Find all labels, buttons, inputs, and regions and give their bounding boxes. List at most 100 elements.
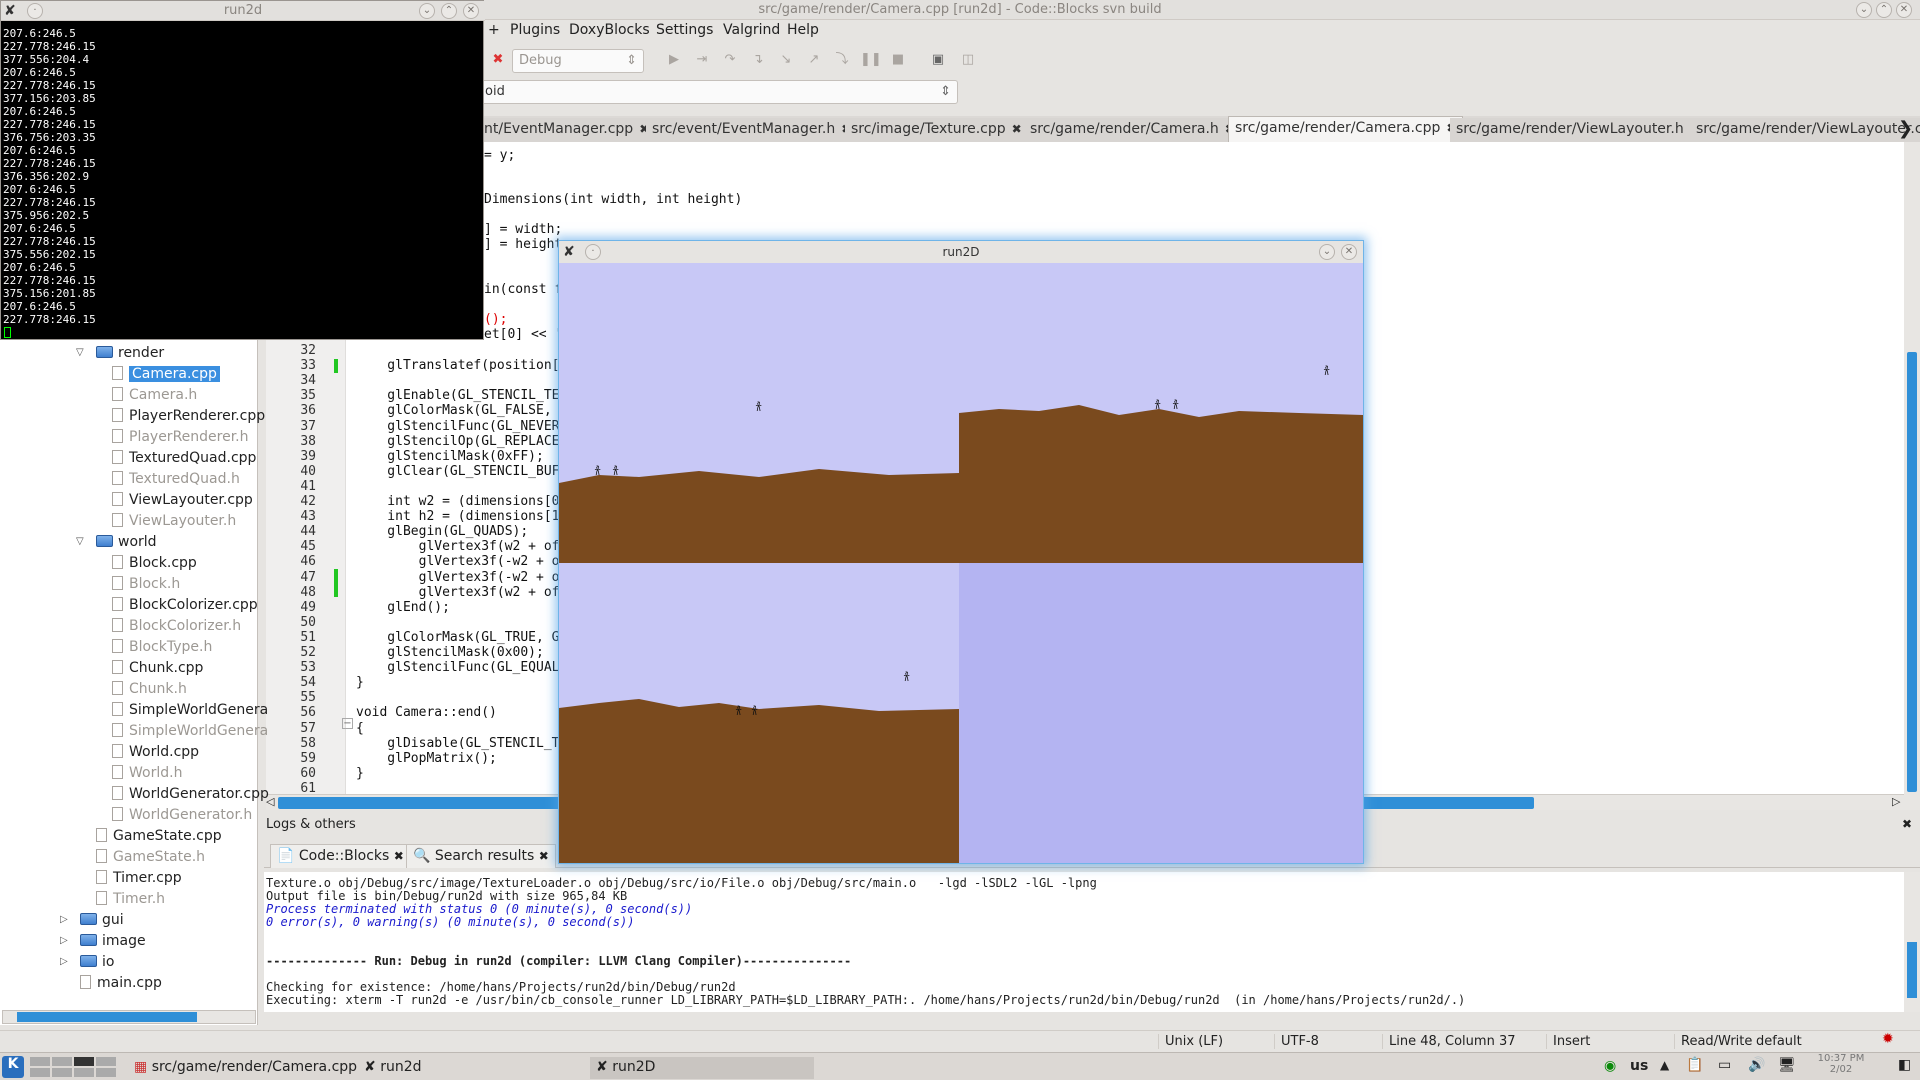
tree-file[interactable]: World.h xyxy=(112,765,182,781)
game-viewport[interactable]: 𐀪 𐀪 𐀪 𐀪 𐀪 𐀪 𐀪 𐀪 𐀪 xyxy=(559,263,1363,863)
vscroll-thumb[interactable] xyxy=(1907,352,1917,792)
tree-file[interactable]: SimpleWorldGenera xyxy=(112,702,268,718)
pin-icon[interactable]: · xyxy=(27,3,43,19)
pager-desktop[interactable] xyxy=(52,1068,72,1077)
tab-viewlayouter-h[interactable]: src/game/render/ViewLayouter.h✖ xyxy=(1450,118,1707,142)
collapse-arrow-icon[interactable]: ▽ xyxy=(76,536,84,547)
editor-vscrollbar[interactable] xyxy=(1904,142,1920,810)
log-vscrollbar[interactable] xyxy=(1904,872,1920,1012)
tab-search-results[interactable]: 🔍 Search results ✖ xyxy=(406,844,556,868)
tree-file[interactable]: GameState.cpp xyxy=(96,828,222,844)
pager-desktop[interactable] xyxy=(74,1057,94,1066)
tree-folder[interactable]: render ▽ xyxy=(76,345,164,361)
tree-hscrollbar[interactable] xyxy=(2,1010,256,1024)
kde-menu-icon[interactable]: K xyxy=(2,1056,24,1078)
tree-file[interactable]: SimpleWorldGenera xyxy=(112,723,268,739)
expand-arrow-icon[interactable]: ▷ xyxy=(60,956,68,967)
game-window[interactable]: ✘ · run2D ⌄ ✕ 𐀪 𐀪 𐀪 𐀪 𐀪 𐀪 𐀪 𐀪 𐀪 xyxy=(558,240,1364,864)
tab-scroll-right-icon[interactable]: ❯ xyxy=(1898,118,1913,139)
task-codeblocks[interactable]: ▦ src/game/render/Camera.cpp xyxy=(128,1057,357,1079)
tree-folder[interactable]: io ▷ xyxy=(60,954,114,970)
build-target-select[interactable]: Debug ⇕ xyxy=(512,49,644,73)
code-scope-select[interactable]: oid ⇕ xyxy=(478,80,958,104)
close-icon[interactable]: ✕ xyxy=(1341,244,1357,260)
tab-eventmanager-h[interactable]: src/event/EventManager.h✖ xyxy=(646,118,859,142)
menu-item-help[interactable]: Help xyxy=(787,22,819,38)
log-vscroll-thumb[interactable] xyxy=(1907,942,1917,998)
tree-file[interactable]: Block.cpp xyxy=(112,555,197,571)
tree-file[interactable]: World.cpp xyxy=(112,744,199,760)
tree-folder[interactable]: image ▷ xyxy=(60,933,146,949)
monitor-icon[interactable]: 🖥 xyxy=(1778,1057,1796,1073)
terminal-titlebar[interactable]: ✘ · run2d ⌄ ⌃ ✕ xyxy=(1,1,485,21)
minimize-icon[interactable]: ⌄ xyxy=(419,3,435,19)
tree-file[interactable]: ViewLayouter.cpp xyxy=(112,492,253,508)
tree-file[interactable]: PlayerRenderer.h xyxy=(112,429,249,445)
task-run2d-terminal[interactable]: ✘ run2d xyxy=(358,1057,578,1079)
expand-arrow-icon[interactable]: ▷ xyxy=(60,935,68,946)
network-icon[interactable]: ◉ xyxy=(1604,1058,1616,1074)
game-titlebar[interactable]: ✘ · run2D ⌄ ✕ xyxy=(559,241,1363,263)
pager-desktop[interactable] xyxy=(30,1068,50,1077)
tree-file[interactable]: Timer.cpp xyxy=(96,870,182,886)
stop-icon[interactable]: ■ xyxy=(888,50,908,70)
step-out-icon[interactable]: ↗ xyxy=(804,50,824,70)
close-icon[interactable]: ✖ xyxy=(394,849,404,863)
collapse-arrow-icon[interactable]: ▽ xyxy=(76,347,84,358)
debug-windows-icon[interactable]: ▣ xyxy=(928,50,948,70)
tree-file[interactable]: Camera.cpp xyxy=(112,366,220,382)
tab-camera-cpp[interactable]: src/game/render/Camera.cpp✖ xyxy=(1228,116,1464,143)
tree-file[interactable]: GameState.h xyxy=(96,849,205,865)
run-to-cursor-icon[interactable]: ⇥ xyxy=(692,50,712,70)
menu-item-valgrind[interactable]: Valgrind xyxy=(723,22,780,38)
tree-file[interactable]: TexturedQuad.h xyxy=(112,471,240,487)
clipboard-icon[interactable]: 📋 xyxy=(1686,1057,1703,1073)
close-icon[interactable]: ✕ xyxy=(463,3,479,19)
debug-start-icon[interactable]: ▶ xyxy=(664,50,684,70)
pager-desktop[interactable] xyxy=(96,1068,116,1077)
pin-icon[interactable]: · xyxy=(585,244,601,260)
expand-arrow-icon[interactable]: ▷ xyxy=(60,914,68,925)
tray-expand-icon[interactable]: ▲ xyxy=(1660,1058,1669,1072)
close-icon[interactable]: ✖ xyxy=(1902,817,1912,831)
fold-collapse-icon[interactable]: − xyxy=(342,718,353,729)
tree-folder[interactable]: world ▽ xyxy=(76,534,157,550)
tab-eventmanager-cpp[interactable]: nt/EventManager.cpp ✖ xyxy=(478,118,657,142)
desktop-pager[interactable] xyxy=(30,1057,122,1077)
abort-icon[interactable]: ✖ xyxy=(488,50,508,70)
pager-desktop[interactable] xyxy=(74,1068,94,1077)
keyboard-layout[interactable]: us xyxy=(1630,1058,1648,1074)
tree-file[interactable]: WorldGenerator.h xyxy=(112,807,252,823)
pager-desktop[interactable] xyxy=(52,1057,72,1066)
clock[interactable]: 10:37 PM 2/02 xyxy=(1806,1053,1876,1075)
close-icon[interactable]: ✕ xyxy=(1896,2,1912,18)
tab-camera-h[interactable]: src/game/render/Camera.h✖ xyxy=(1024,118,1242,142)
info-icon[interactable]: ◫ xyxy=(958,50,978,70)
tab-viewlayouter-cpp[interactable]: src/game/render/ViewLayouter.c xyxy=(1690,118,1920,142)
tree-file[interactable]: Camera.h xyxy=(112,387,197,403)
tab-codeblocks-log[interactable]: 📄 Code::Blocks ✖ xyxy=(270,844,411,868)
tree-file[interactable]: BlockType.h xyxy=(112,639,212,655)
step-into-icon[interactable]: ↘ xyxy=(776,50,796,70)
minimize-icon[interactable]: ⌄ xyxy=(1319,244,1335,260)
menu-item-doxyblocks[interactable]: DoxyBlocks xyxy=(569,22,650,38)
close-icon[interactable]: ✖ xyxy=(1012,122,1022,136)
pause-icon[interactable]: ❚❚ xyxy=(860,50,882,70)
notifications-icon[interactable]: ◧ xyxy=(1898,1057,1911,1073)
step-instruction-icon[interactable]: ⤵ xyxy=(832,50,852,70)
next-line-icon[interactable]: ↷ xyxy=(720,50,740,70)
tree-file[interactable]: WorldGenerator.cpp xyxy=(112,786,269,802)
tree-file[interactable]: PlayerRenderer.cpp xyxy=(112,408,265,424)
tree-file[interactable]: BlockColorizer.cpp xyxy=(112,597,258,613)
build-log[interactable]: Texture.o obj/Debug/src/image/TextureLoa… xyxy=(264,872,1920,1012)
tree-folder[interactable]: gui ▷ xyxy=(60,912,124,928)
tree-file[interactable]: TexturedQuad.cpp xyxy=(112,450,256,466)
tree-file[interactable]: Timer.h xyxy=(96,891,165,907)
menu-item-plus[interactable]: + xyxy=(488,22,500,38)
tree-file[interactable]: main.cpp xyxy=(80,975,162,991)
pager-desktop[interactable] xyxy=(96,1057,116,1066)
tree-file[interactable]: ViewLayouter.h xyxy=(112,513,236,529)
battery-icon[interactable]: ▭ xyxy=(1718,1057,1731,1073)
scroll-right-icon[interactable]: ▷ xyxy=(1892,795,1900,808)
volume-icon[interactable]: 🔊 xyxy=(1748,1057,1765,1073)
